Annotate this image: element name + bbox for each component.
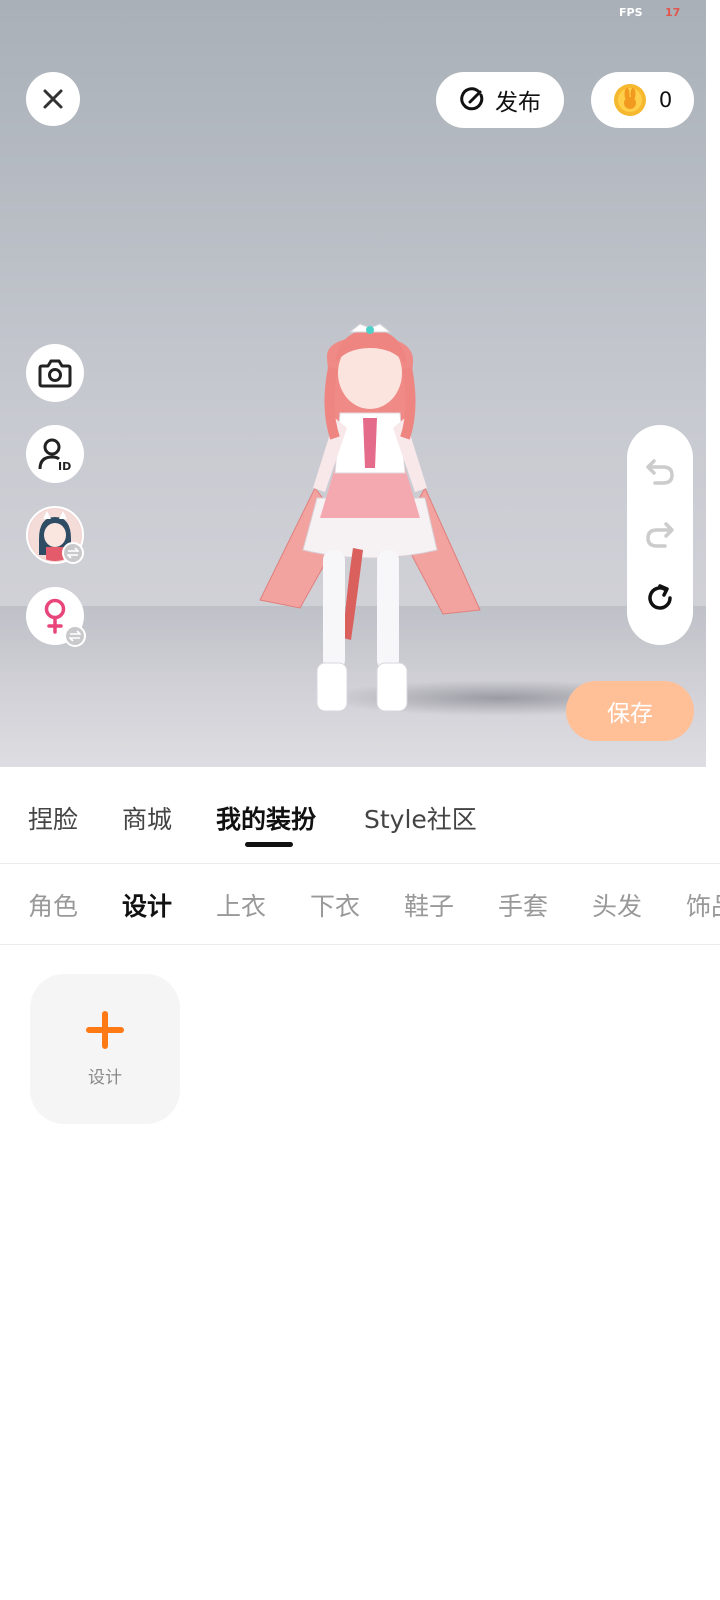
user-id-button[interactable]: ID xyxy=(26,425,84,483)
swap-icon xyxy=(69,630,81,642)
main-tab-bar: 捏脸 商城 我的装扮 Style社区 xyxy=(0,767,720,864)
bunny-coin-icon xyxy=(613,84,646,116)
swap-badge xyxy=(64,625,86,647)
redo-icon[interactable] xyxy=(645,520,675,548)
subtab-shoes[interactable]: 鞋子 xyxy=(404,887,454,923)
user-id-icon: ID xyxy=(38,438,71,472)
subtab-hair[interactable]: 头发 xyxy=(592,887,642,923)
subtab-gloves[interactable]: 手套 xyxy=(498,887,548,923)
switch-gender-button[interactable] xyxy=(26,587,86,647)
tab-style-community[interactable]: Style社区 xyxy=(364,800,477,836)
avatar-character[interactable] xyxy=(255,318,485,728)
publish-button[interactable]: 发布 xyxy=(436,72,564,128)
plus-icon xyxy=(86,1010,124,1049)
switch-avatar-button[interactable] xyxy=(26,506,84,564)
publish-label: 发布 xyxy=(495,90,541,116)
refresh-icon[interactable] xyxy=(645,583,675,613)
tab-store[interactable]: 商城 xyxy=(122,800,172,836)
tab-face[interactable]: 捏脸 xyxy=(28,800,78,836)
subtab-accessories[interactable]: 饰品 xyxy=(686,887,720,923)
history-panel xyxy=(627,425,693,645)
swap-icon xyxy=(67,547,79,559)
scene-edge xyxy=(706,0,720,767)
close-button[interactable] xyxy=(26,72,80,126)
undo-icon[interactable] xyxy=(645,457,675,485)
design-card-label: 设计 xyxy=(88,1067,122,1088)
subtab-character[interactable]: 角色 xyxy=(28,887,78,923)
close-icon xyxy=(43,89,63,109)
svg-text:ID: ID xyxy=(58,460,71,472)
active-tab-indicator xyxy=(245,842,293,847)
tab-my-outfits[interactable]: 我的装扮 xyxy=(216,800,316,836)
avatar-scene[interactable]: FPS 17 发布 0 ID 保存 xyxy=(0,0,706,767)
swap-badge xyxy=(62,542,84,564)
camera-button[interactable] xyxy=(26,344,84,402)
fps-label: FPS xyxy=(619,6,643,19)
camera-icon xyxy=(38,359,72,388)
save-button[interactable]: 保存 xyxy=(566,681,694,741)
category-tab-bar[interactable]: 角色 设计 上衣 下衣 鞋子 手套 头发 饰品 xyxy=(0,865,720,945)
fps-value: 17 xyxy=(665,6,681,19)
subtab-design[interactable]: 设计 xyxy=(122,887,172,923)
new-design-card[interactable]: 设计 xyxy=(30,974,180,1124)
subtab-bottoms[interactable]: 下衣 xyxy=(310,887,360,923)
coin-balance[interactable]: 0 xyxy=(591,72,694,128)
publish-check-icon xyxy=(460,87,484,111)
subtab-tops[interactable]: 上衣 xyxy=(216,887,266,923)
coin-count: 0 xyxy=(658,88,673,112)
